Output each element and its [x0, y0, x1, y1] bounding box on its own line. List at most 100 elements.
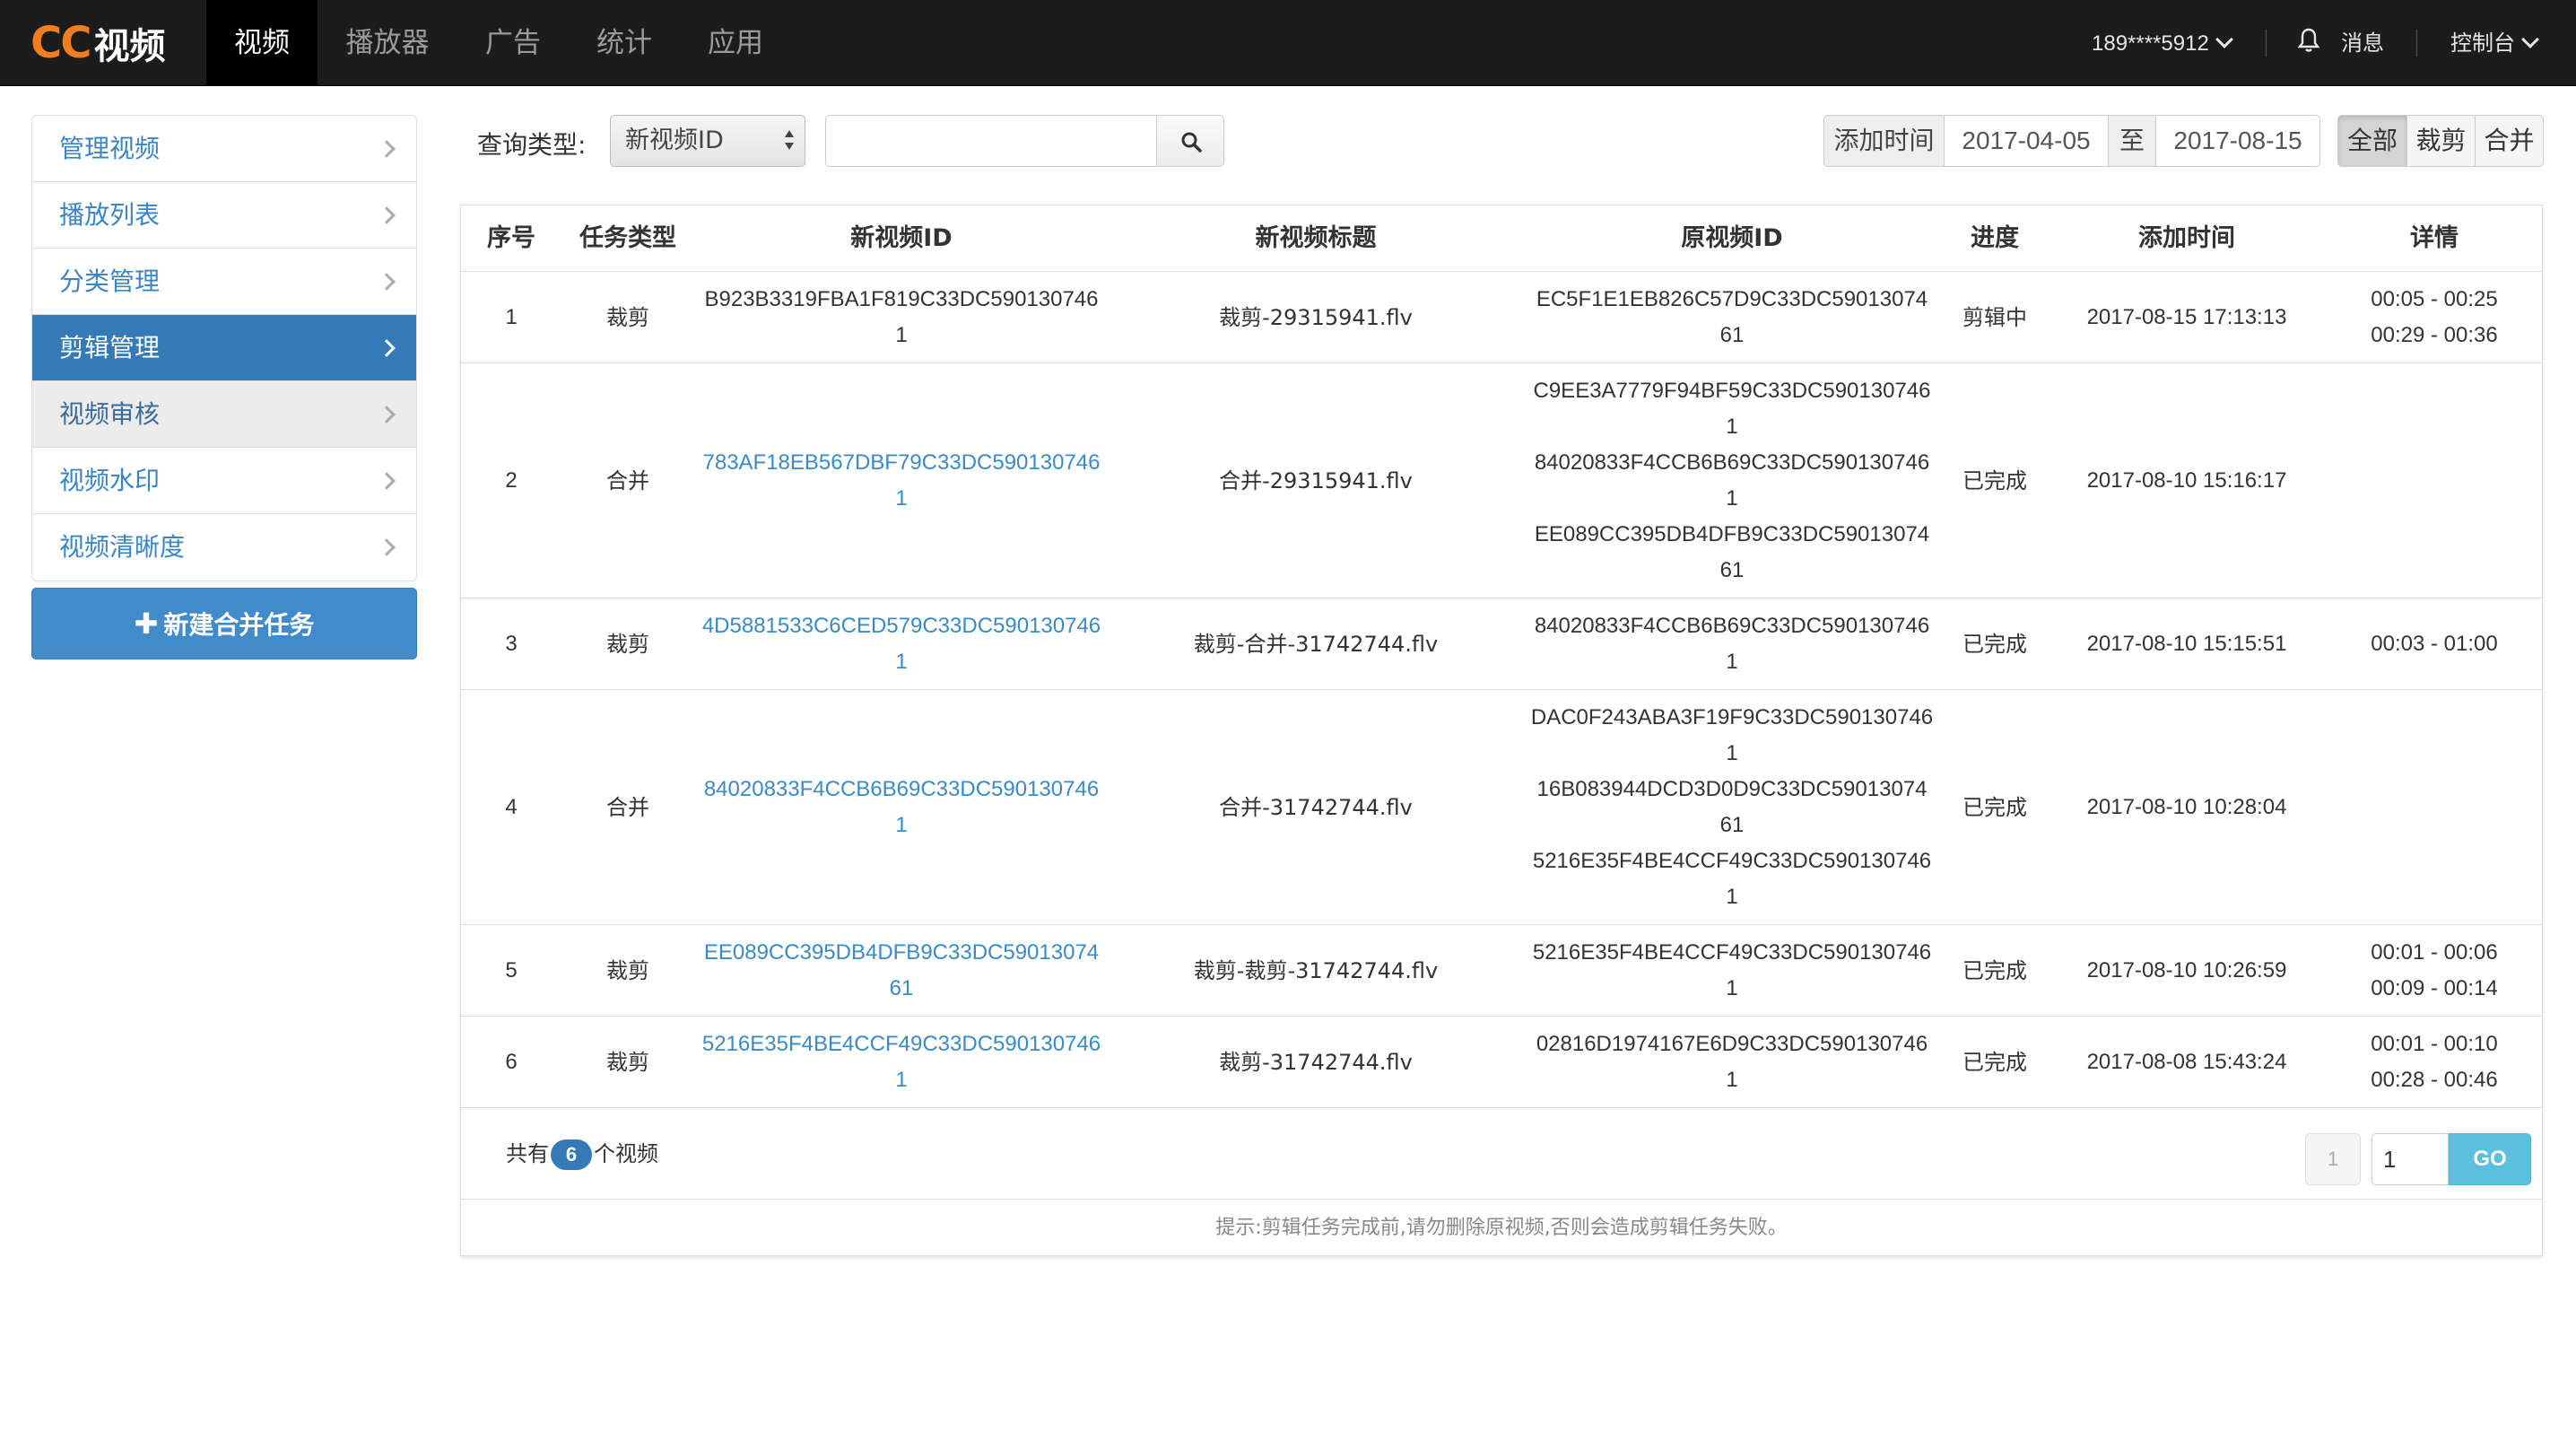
cell-progress: 已完成 [1941, 1017, 2049, 1107]
cell-added-line: 2017-08-10 10:26:59 [2086, 957, 2287, 982]
nav-apps[interactable]: 应用 [680, 0, 791, 86]
sidebar-item-categories[interactable]: 分类管理 [32, 249, 416, 315]
query-type-label: 查询类型: [477, 130, 587, 160]
cell-orig-id-line: 61 [1719, 322, 1745, 347]
table-row: 3 裁剪 4D5881533C6CED579C33DC590130746 1 裁剪-合并… [461, 598, 2542, 690]
cell-added: 2017-08-10 15:16:17 [2049, 363, 2325, 598]
divider [2266, 30, 2267, 57]
messages-link[interactable]: 消息 [2341, 0, 2384, 86]
sidebar-item-manage-videos[interactable]: 管理视频 [32, 116, 416, 182]
cell-progress: 剪辑中 [1941, 272, 2049, 362]
cell-orig-id-line: C9EE3A7779F94BF59C33DC590130746 [1533, 378, 1931, 403]
cell-details: 00:05 - 00:25 00:29 - 00:36 [2325, 272, 2544, 362]
cell-orig-id: C9EE3A7779F94BF59C33DC590130746 1 84020833… [1523, 363, 1941, 598]
cell-new-id-line: B923B3319FBA1F819C33DC590130746 [704, 286, 1099, 311]
bell-icon[interactable] [2298, 27, 2319, 54]
filter-merge-button[interactable]: 合并 [2475, 115, 2544, 167]
sidebar-item-clip-management[interactable]: 剪辑管理 [32, 315, 416, 381]
sidebar-item-label: 视频审核 [59, 399, 161, 429]
cell-title: 合并-31742744.flv [1109, 690, 1523, 924]
cell-title: 裁剪-合并-31742744.flv [1109, 598, 1523, 689]
user-phone: 189****5912 [2092, 31, 2209, 56]
cell-new-id-line[interactable]: 1 [895, 481, 907, 517]
nav-player[interactable]: 播放器 [326, 0, 448, 86]
cell-no-line: 6 [505, 1049, 518, 1074]
sidebar-item-video-review[interactable]: 视频审核 [32, 381, 416, 448]
cell-details: 00:03 - 01:00 [2325, 598, 2544, 689]
cell-title-line: 裁剪-合并-31742744.flv [1193, 631, 1439, 657]
sidebar-item-playlists[interactable]: 播放列表 [32, 182, 416, 249]
page-button[interactable]: 1 [2305, 1133, 2361, 1185]
select-arrows-icon [785, 130, 794, 152]
cell-new-id[interactable]: 84020833F4CCB6B69C33DC590130746 1 [694, 690, 1109, 924]
chevron-right-icon [378, 273, 396, 291]
page-input[interactable]: 1 [2371, 1133, 2449, 1185]
nav-video[interactable]: 视频 [206, 0, 318, 86]
cell-type: 裁剪 [561, 598, 694, 689]
cell-type: 合并 [561, 690, 694, 924]
cell-type: 裁剪 [561, 272, 694, 362]
cell-new-id-line[interactable]: 84020833F4CCB6B69C33DC590130746 [704, 772, 1099, 808]
cell-orig-id-line: 1 [1726, 414, 1738, 439]
date-label: 添加时间 [1823, 115, 1945, 167]
col-header-type: 任务类型 [579, 224, 676, 252]
logo[interactable]: CC 视频 [30, 18, 165, 68]
search-icon [1181, 132, 1202, 153]
cell-details: 00:01 - 00:06 00:09 - 00:14 [2325, 925, 2544, 1016]
logo-cc: CC [30, 18, 91, 68]
divider [2416, 30, 2417, 57]
cell-new-id-line: 1 [895, 322, 908, 347]
cell-new-id-line[interactable]: 783AF18EB567DBF79C33DC590130746 [703, 445, 1101, 481]
date-from-input[interactable]: 2017-04-05 [1944, 115, 2109, 167]
cell-orig-id-line: DAC0F243ABA3F19F9C33DC590130746 [1530, 704, 1934, 729]
cell-added-line: 2017-08-10 15:16:17 [2086, 467, 2287, 493]
user-menu[interactable]: 189****5912 [2092, 0, 2233, 86]
cell-orig-id: 5216E35F4BE4CCF49C33DC590130746 1 [1523, 925, 1941, 1016]
cell-progress: 已完成 [1941, 363, 2049, 598]
cell-new-id-line[interactable]: 61 [890, 971, 914, 1007]
total-suffix: 个视频 [594, 1141, 658, 1166]
cell-new-id[interactable]: 4D5881533C6CED579C33DC590130746 1 [694, 598, 1109, 689]
logo-text: 视频 [93, 26, 166, 67]
col-header-no: 序号 [487, 224, 535, 252]
cell-new-id-line[interactable]: EE089CC395DB4DFB9C33DC59013074 [704, 935, 1099, 971]
cell-title-line: 裁剪-31742744.flv [1219, 1049, 1413, 1075]
cell-added: 2017-08-15 17:13:13 [2049, 272, 2325, 362]
chevron-down-icon [2215, 31, 2233, 48]
cell-new-id-line[interactable]: 1 [895, 644, 907, 680]
new-merge-task-button[interactable]: ✚ 新建合并任务 [31, 588, 417, 659]
nav-ads[interactable]: 广告 [457, 0, 569, 86]
cell-added-line: 2017-08-08 15:43:24 [2086, 1049, 2287, 1074]
date-to-input[interactable]: 2017-08-15 [2155, 115, 2320, 167]
cell-new-id[interactable]: 5216E35F4BE4CCF49C33DC590130746 1 [694, 1017, 1109, 1107]
cell-orig-id-line: EC5F1E1EB826C57D9C33DC59013074 [1536, 286, 1928, 311]
cell-orig-id-line: 1 [1726, 649, 1738, 674]
cell-added-line: 2017-08-10 15:15:51 [2086, 631, 2287, 656]
sidebar-item-label: 管理视频 [59, 134, 161, 163]
query-type-select[interactable]: 新视频ID [610, 115, 805, 167]
cell-new-id-line[interactable]: 5216E35F4BE4CCF49C33DC590130746 [702, 1026, 1101, 1062]
cell-new-id-line[interactable]: 1 [895, 808, 907, 843]
col-header-added: 添加时间 [2138, 224, 2235, 252]
cell-new-id[interactable]: 783AF18EB567DBF79C33DC590130746 1 [694, 363, 1109, 598]
nav-stats[interactable]: 统计 [569, 0, 680, 86]
table-row: 5 裁剪 EE089CC395DB4DFB9C33DC59013074 61 裁剪-裁剪… [461, 925, 2542, 1017]
sidebar-item-resolution[interactable]: 视频清晰度 [32, 514, 416, 581]
cell-title-line: 合并-31742744.flv [1219, 794, 1413, 820]
search-input[interactable] [825, 115, 1157, 167]
search-button[interactable] [1156, 115, 1224, 167]
cell-orig-id-line: 61 [1719, 812, 1745, 837]
cell-progress: 已完成 [1941, 690, 2049, 924]
col-header-new-id: 新视频ID [850, 224, 953, 252]
cell-new-id-line[interactable]: 4D5881533C6CED579C33DC590130746 [702, 608, 1101, 644]
go-button[interactable]: GO [2449, 1133, 2531, 1185]
cell-details-line: 00:09 - 00:14 [2371, 975, 2498, 1000]
filter-all-button[interactable]: 全部 [2337, 115, 2407, 167]
cell-new-id-line[interactable]: 1 [895, 1062, 907, 1098]
console-menu[interactable]: 控制台 [2450, 0, 2539, 86]
cell-progress-line: 已完成 [1962, 794, 2027, 820]
filter-crop-button[interactable]: 裁剪 [2406, 115, 2476, 167]
sidebar-item-watermark[interactable]: 视频水印 [32, 448, 416, 514]
chevron-right-icon [378, 538, 396, 556]
cell-new-id[interactable]: EE089CC395DB4DFB9C33DC59013074 61 [694, 925, 1109, 1016]
